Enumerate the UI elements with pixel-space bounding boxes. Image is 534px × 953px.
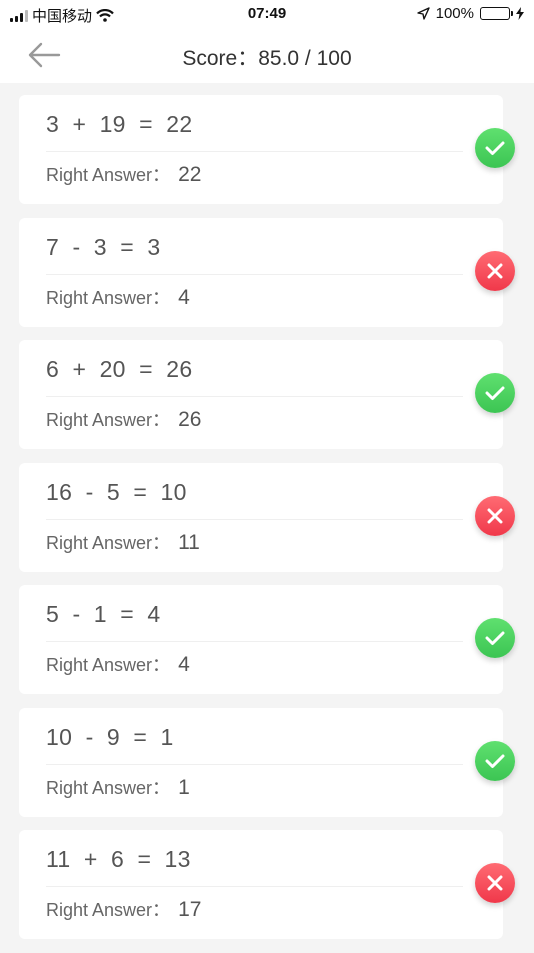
question-text: 5 - 1 = 4 bbox=[46, 601, 161, 627]
nav-bar: Score：85.0 / 100 bbox=[0, 28, 534, 83]
divider bbox=[46, 273, 463, 275]
divider bbox=[46, 518, 463, 520]
wrong-badge bbox=[475, 863, 515, 903]
right-answer-row: Right Answer： 11 bbox=[46, 529, 200, 555]
right-answer-value: 11 bbox=[178, 530, 200, 554]
question-text: 16 - 5 = 10 bbox=[46, 478, 187, 505]
result-card: 16 - 5 = 10 Right Answer： 11 bbox=[19, 462, 515, 572]
cross-icon bbox=[487, 508, 503, 523]
result-card: 5 - 1 = 4 Right Answer： 4 bbox=[19, 585, 515, 694]
right-answer-value: 17 bbox=[178, 898, 202, 921]
result-card: 6 + 20 = 26 Right Answer： 26 bbox=[19, 340, 515, 449]
divider bbox=[46, 886, 463, 887]
battery-icon bbox=[480, 7, 513, 20]
location-arrow-icon bbox=[416, 7, 430, 20]
divider bbox=[46, 641, 463, 642]
right-answer-label: Right Answer： bbox=[46, 165, 171, 185]
question-text: 6 + 20 = 26 bbox=[46, 356, 193, 382]
right-answer-value: 26 bbox=[178, 408, 202, 431]
page-title: Score：85.0 / 100 bbox=[182, 47, 352, 70]
divider bbox=[46, 763, 463, 765]
cross-icon bbox=[487, 875, 503, 891]
wrong-badge bbox=[475, 250, 515, 291]
divider bbox=[46, 396, 463, 397]
wrong-badge bbox=[475, 495, 515, 536]
right-answer-label: Right Answer： bbox=[46, 410, 171, 430]
result-card: 7 - 3 = 3 Right Answer： 4 bbox=[19, 217, 515, 327]
divider bbox=[46, 151, 463, 152]
correct-badge bbox=[475, 373, 515, 413]
correct-badge bbox=[475, 618, 515, 658]
right-answer-row: Right Answer： 22 bbox=[46, 161, 201, 187]
right-answer-value: 22 bbox=[178, 163, 202, 186]
right-answer-label: Right Answer： bbox=[46, 777, 171, 798]
status-right: 100% bbox=[416, 5, 524, 22]
right-answer-label: Right Answer： bbox=[46, 532, 171, 553]
correct-badge bbox=[475, 128, 515, 168]
right-answer-value: 4 bbox=[178, 285, 190, 309]
correct-badge bbox=[475, 740, 515, 781]
right-answer-row: Right Answer： 1 bbox=[46, 774, 190, 800]
check-icon bbox=[485, 141, 505, 155]
check-icon bbox=[485, 631, 505, 645]
result-card: 10 - 9 = 1 Right Answer： 1 bbox=[19, 707, 515, 817]
question-text: 11 + 6 = 13 bbox=[46, 846, 191, 872]
result-card: 11 + 6 = 13 Right Answer： 17 bbox=[19, 830, 515, 939]
cross-icon bbox=[487, 263, 503, 278]
question-text: 7 - 3 = 3 bbox=[46, 233, 161, 260]
battery-percent: 100% bbox=[435, 5, 474, 22]
result-card: 3 + 19 = 22 Right Answer： 22 bbox=[19, 95, 515, 204]
right-answer-value: 1 bbox=[178, 775, 190, 799]
right-answer-row: Right Answer： 26 bbox=[46, 406, 201, 432]
results-list: 3 + 19 = 22 Right Answer： 22 7 - 3 = 3 Ri… bbox=[19, 95, 515, 953]
right-answer-label: Right Answer： bbox=[46, 900, 171, 920]
question-text: 10 - 9 = 1 bbox=[46, 723, 174, 750]
right-answer-row: Right Answer： 17 bbox=[46, 896, 201, 922]
charging-bolt-icon bbox=[516, 7, 524, 20]
right-answer-label: Right Answer： bbox=[46, 287, 171, 308]
check-icon bbox=[485, 386, 505, 400]
right-answer-value: 4 bbox=[178, 653, 190, 676]
right-answer-row: Right Answer： 4 bbox=[46, 651, 190, 677]
check-icon bbox=[485, 754, 505, 768]
status-bar: 中国移动 07:49 100% bbox=[0, 0, 534, 28]
right-answer-label: Right Answer： bbox=[46, 655, 171, 675]
question-text: 3 + 19 = 22 bbox=[46, 111, 193, 137]
right-answer-row: Right Answer： 4 bbox=[46, 284, 190, 310]
